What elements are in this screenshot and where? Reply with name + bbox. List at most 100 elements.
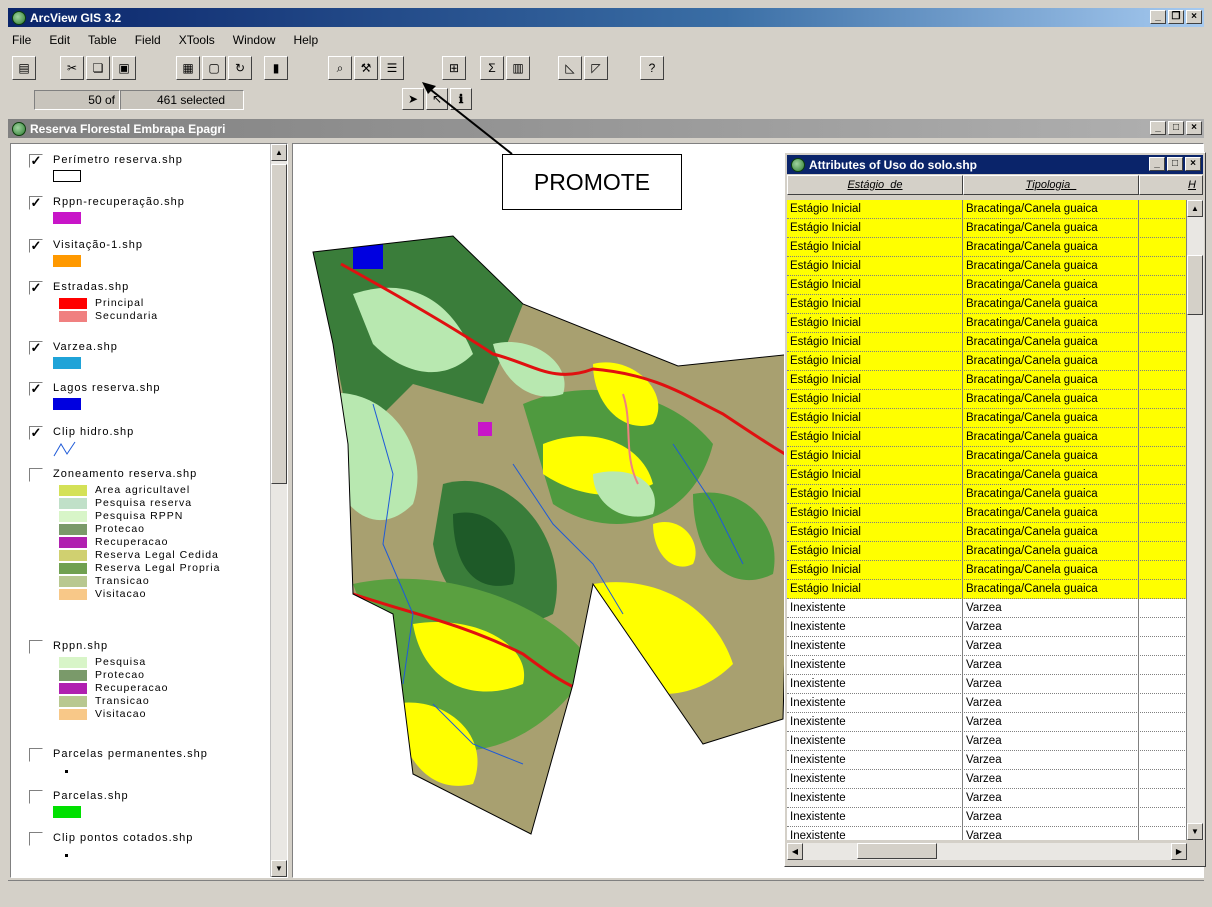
menu-field[interactable]: Field [131,33,165,53]
table-row[interactable]: Estágio Inicial Bracatinga/Canela guaica [787,333,1187,352]
table-maximize-button[interactable]: □ [1167,157,1183,171]
table-row[interactable]: Inexistente Varzea [787,770,1187,789]
layer-visibility-checkbox[interactable]: ✓ [29,154,43,168]
table-row[interactable]: Inexistente Varzea [787,713,1187,732]
table-row[interactable]: Inexistente Varzea [787,694,1187,713]
table-row[interactable]: Estágio Inicial Bracatinga/Canela guaica [787,428,1187,447]
layer-visibility-checkbox[interactable]: ✓ [29,426,43,440]
table-row[interactable]: Inexistente Varzea [787,675,1187,694]
table-scroll-up-icon[interactable]: ▲ [1187,200,1203,217]
table-row[interactable]: Inexistente Varzea [787,656,1187,675]
table-row[interactable]: Estágio Inicial Bracatinga/Canela guaica [787,276,1187,295]
legend-scroll-thumb[interactable] [271,164,287,484]
legend-class: Pesquisa [59,656,269,669]
table-row[interactable]: Estágio Inicial Bracatinga/Canela guaica [787,504,1187,523]
help-icon[interactable]: ? [640,56,664,80]
menu-window[interactable]: Window [229,33,280,53]
column-header-estagio[interactable]: Estágio_de [787,175,963,195]
table-horizontal-scrollbar[interactable]: ◀ ▶ [787,843,1187,860]
column-header-h[interactable]: H [1139,175,1203,195]
layer-visibility-checkbox[interactable]: ✓ [29,382,43,396]
layer-visibility-checkbox[interactable] [29,468,43,482]
menu-edit[interactable]: Edit [45,33,74,53]
find-binoculars-icon[interactable]: ⌕ [328,56,352,80]
close-button[interactable]: × [1186,10,1202,24]
table-scroll-right-icon[interactable]: ▶ [1171,843,1187,860]
cell-estagio: Estágio Inicial [787,485,963,504]
copy-icon[interactable]: ❏ [86,56,110,80]
sort-descending-icon[interactable]: ◸ [584,56,608,80]
table-row[interactable]: Estágio Inicial Bracatinga/Canela guaica [787,561,1187,580]
layer-visibility-checkbox[interactable]: ✓ [29,341,43,355]
table-row[interactable]: Estágio Inicial Bracatinga/Canela guaica [787,257,1187,276]
refresh-icon[interactable]: ↻ [228,56,252,80]
table-row[interactable]: Estágio Inicial Bracatinga/Canela guaica [787,371,1187,390]
scroll-down-icon[interactable]: ▼ [271,860,287,877]
table-vertical-scrollbar[interactable]: ▲ ▼ [1187,200,1204,840]
cut-icon[interactable]: ✂ [60,56,84,80]
layer-visibility-checkbox[interactable] [29,790,43,804]
paste-icon[interactable]: ▣ [112,56,136,80]
layer-visibility-checkbox[interactable]: ✓ [29,239,43,253]
table-row[interactable]: Estágio Inicial Bracatinga/Canela guaica [787,409,1187,428]
table-row[interactable]: Estágio Inicial Bracatinga/Canela guaica [787,485,1187,504]
table-row[interactable]: Estágio Inicial Bracatinga/Canela guaica [787,447,1187,466]
cell-tipologia: Bracatinga/Canela guaica [963,219,1139,238]
table-scroll-down-icon[interactable]: ▼ [1187,823,1203,840]
promote-icon[interactable]: ☰ [380,56,404,80]
table-row[interactable]: Estágio Inicial Bracatinga/Canela guaica [787,314,1187,333]
table-close-button[interactable]: × [1185,157,1201,171]
view-minimize-button[interactable]: _ [1150,121,1166,135]
table-row[interactable]: Estágio Inicial Bracatinga/Canela guaica [787,523,1187,542]
table-row[interactable]: Inexistente Varzea [787,827,1187,840]
table-row[interactable]: Inexistente Varzea [787,637,1187,656]
menu-xtools[interactable]: XTools [175,33,219,53]
table-minimize-button[interactable]: _ [1149,157,1165,171]
sort-ascending-icon[interactable]: ◺ [558,56,582,80]
summarize-icon[interactable]: ▥ [506,56,530,80]
chart-icon[interactable]: ▮ [264,56,288,80]
layer-visibility-checkbox[interactable] [29,748,43,762]
cell-h [1139,295,1187,314]
menu-table[interactable]: Table [84,33,121,53]
legend-scrollbar[interactable]: ▲ ▼ [270,144,287,877]
layer-visibility-checkbox[interactable]: ✓ [29,281,43,295]
view-maximize-button[interactable]: □ [1168,121,1184,135]
table-vertical-thumb[interactable] [1187,255,1203,315]
select-all-icon[interactable]: ▢ [202,56,226,80]
table-row[interactable]: Estágio Inicial Bracatinga/Canela guaica [787,200,1187,219]
save-icon[interactable]: ▤ [12,56,36,80]
legend-class: Visitacao [59,588,269,601]
table-row[interactable]: Estágio Inicial Bracatinga/Canela guaica [787,580,1187,599]
column-header-tipologia[interactable]: Tipologia_ [963,175,1139,195]
table-row[interactable]: Estágio Inicial Bracatinga/Canela guaica [787,219,1187,238]
table-row[interactable]: Inexistente Varzea [787,789,1187,808]
menu-file[interactable]: File [8,33,35,53]
table-row[interactable]: Inexistente Varzea [787,751,1187,770]
query-hammer-icon[interactable]: ⚒ [354,56,378,80]
statistics-sigma-icon[interactable]: Σ [480,56,504,80]
table-horizontal-thumb[interactable] [857,843,937,859]
table-row[interactable]: Estágio Inicial Bracatinga/Canela guaica [787,466,1187,485]
layer-visibility-checkbox[interactable]: ✓ [29,196,43,210]
layer-visibility-checkbox[interactable] [29,640,43,654]
cell-h [1139,428,1187,447]
table-scroll-left-icon[interactable]: ◀ [787,843,803,860]
table-row[interactable]: Inexistente Varzea [787,618,1187,637]
table-row[interactable]: Inexistente Varzea [787,808,1187,827]
table-row[interactable]: Estágio Inicial Bracatinga/Canela guaica [787,390,1187,409]
table-row[interactable]: Estágio Inicial Bracatinga/Canela guaica [787,352,1187,371]
menu-help[interactable]: Help [289,33,322,53]
table-icon[interactable]: ▦ [176,56,200,80]
table-row[interactable]: Inexistente Varzea [787,599,1187,618]
view-close-button[interactable]: × [1186,121,1202,135]
table-row[interactable]: Estágio Inicial Bracatinga/Canela guaica [787,295,1187,314]
scroll-up-icon[interactable]: ▲ [271,144,287,161]
table-row[interactable]: Estágio Inicial Bracatinga/Canela guaica [787,542,1187,561]
table-row[interactable]: Estágio Inicial Bracatinga/Canela guaica [787,238,1187,257]
layer-visibility-checkbox[interactable] [29,832,43,846]
restore-button[interactable]: ❐ [1168,10,1184,24]
minimize-button[interactable]: _ [1150,10,1166,24]
table-row[interactable]: Inexistente Varzea [787,732,1187,751]
join-icon[interactable]: ⊞ [442,56,466,80]
